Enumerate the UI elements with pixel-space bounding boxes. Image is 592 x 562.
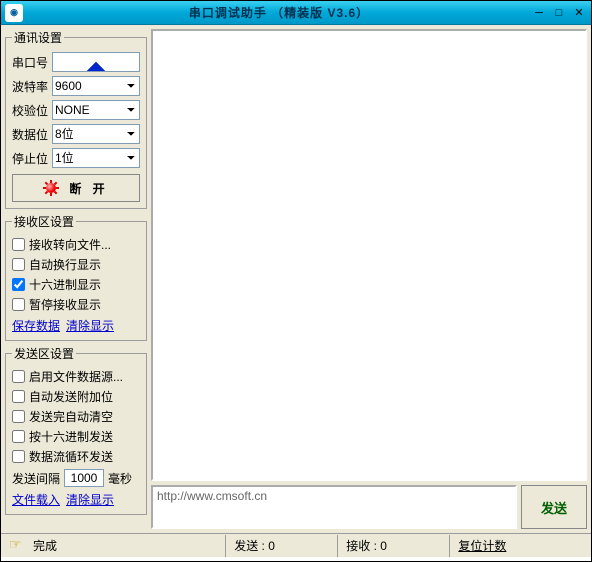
file-source-label: 启用文件数据源...	[29, 368, 123, 385]
send-settings-legend: 发送区设置	[12, 345, 76, 362]
loop-send-checkbox[interactable]	[12, 450, 25, 463]
parity-select[interactable]: NONE	[52, 100, 140, 120]
port-select[interactable]: COM1	[52, 52, 140, 72]
receive-textarea[interactable]	[151, 29, 587, 481]
auto-clear-checkbox[interactable]	[12, 410, 25, 423]
baud-select[interactable]: 9600	[52, 76, 140, 96]
disconnect-button[interactable]: 断 开	[12, 174, 140, 202]
statusbar: 完成 发送 : 0 接收 : 0 复位计数	[1, 533, 591, 557]
interval-input[interactable]	[64, 469, 104, 487]
minimize-button[interactable]: ─	[531, 6, 547, 20]
parity-label: 校验位	[12, 102, 52, 119]
status-done-label: 完成	[33, 537, 57, 554]
port-label: 串口号	[12, 54, 52, 71]
auto-wrap-checkbox[interactable]	[12, 258, 25, 271]
recv-to-file-label: 接收转向文件...	[29, 236, 111, 253]
reset-count-cell: 复位计数	[449, 535, 591, 557]
status-recv-cell: 接收 : 0	[337, 535, 449, 557]
recv-settings-legend: 接收区设置	[12, 213, 76, 230]
hex-display-checkbox[interactable]	[12, 278, 25, 291]
status-sent-cell: 发送 : 0	[225, 535, 337, 557]
auto-wrap-label: 自动换行显示	[29, 256, 101, 273]
app-icon: ◉	[5, 4, 23, 22]
send-input[interactable]: http://www.cmsoft.cn	[151, 485, 517, 529]
hex-send-label: 按十六进制发送	[29, 428, 113, 445]
file-source-checkbox[interactable]	[12, 370, 25, 383]
status-done-cell: 完成	[1, 535, 225, 557]
connection-active-icon	[43, 180, 59, 196]
stop-select[interactable]: 1位	[52, 148, 140, 168]
hex-send-checkbox[interactable]	[12, 430, 25, 443]
baud-label: 波特率	[12, 78, 52, 95]
right-panel: http://www.cmsoft.cn 发送	[151, 29, 587, 529]
client-area: 通讯设置 串口号 COM1 波特率 9600 校验位 NONE 数据位 8位 停…	[1, 25, 591, 533]
interval-label: 发送间隔	[12, 470, 60, 487]
pause-recv-checkbox[interactable]	[12, 298, 25, 311]
maximize-button[interactable]: □	[551, 6, 567, 20]
send-settings-group: 发送区设置 启用文件数据源... 自动发送附加位 发送完自动清空 按十六进制发送…	[5, 345, 147, 515]
file-load-link[interactable]: 文件载入	[12, 491, 60, 508]
interval-unit: 毫秒	[108, 470, 132, 487]
comm-settings-legend: 通讯设置	[12, 29, 64, 46]
close-button[interactable]: ✕	[571, 6, 587, 20]
disconnect-label: 断 开	[69, 180, 108, 197]
pause-recv-label: 暂停接收显示	[29, 296, 101, 313]
reset-count-link[interactable]: 复位计数	[458, 537, 506, 554]
left-panel: 通讯设置 串口号 COM1 波特率 9600 校验位 NONE 数据位 8位 停…	[5, 29, 147, 529]
send-row: http://www.cmsoft.cn 发送	[151, 485, 587, 529]
clear-send-link[interactable]: 清除显示	[66, 491, 114, 508]
auto-clear-label: 发送完自动清空	[29, 408, 113, 425]
data-label: 数据位	[12, 126, 52, 143]
window-controls: ─ □ ✕	[531, 6, 591, 20]
stop-label: 停止位	[12, 150, 52, 167]
window-title: 串口调试助手 （精装版 V3.6）	[27, 4, 531, 21]
comm-settings-group: 通讯设置 串口号 COM1 波特率 9600 校验位 NONE 数据位 8位 停…	[5, 29, 147, 209]
loop-send-label: 数据流循环发送	[29, 448, 113, 465]
save-data-link[interactable]: 保存数据	[12, 317, 60, 334]
hex-display-label: 十六进制显示	[29, 276, 101, 293]
recv-settings-group: 接收区设置 接收转向文件... 自动换行显示 十六进制显示 暂停接收显示 保存数…	[5, 213, 147, 341]
auto-extra-label: 自动发送附加位	[29, 388, 113, 405]
titlebar: ◉ 串口调试助手 （精装版 V3.6） ─ □ ✕	[1, 1, 591, 25]
recv-to-file-checkbox[interactable]	[12, 238, 25, 251]
pointer-icon	[9, 537, 27, 555]
send-button[interactable]: 发送	[521, 485, 587, 529]
clear-recv-link[interactable]: 清除显示	[66, 317, 114, 334]
data-select[interactable]: 8位	[52, 124, 140, 144]
auto-extra-checkbox[interactable]	[12, 390, 25, 403]
